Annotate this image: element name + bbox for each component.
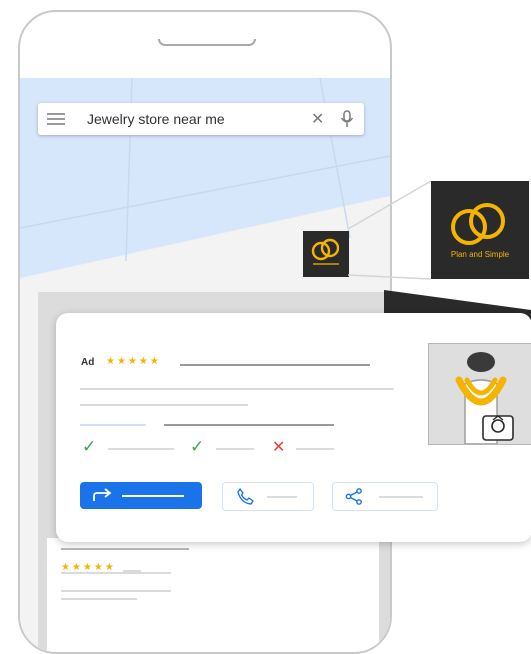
necklace-display-image <box>429 344 531 444</box>
search-bar[interactable]: Jewelry store near me ✕ <box>38 103 364 135</box>
search-input[interactable]: Jewelry store near me <box>87 111 225 127</box>
feature-line <box>216 448 254 450</box>
business-map-pin[interactable] <box>303 231 349 277</box>
result-title-line <box>61 548 189 550</box>
directions-label-line <box>122 495 184 497</box>
ad-rating-stars: ★★★★★ <box>106 356 161 367</box>
rings-logo-icon <box>451 203 505 245</box>
product-thumbnail[interactable] <box>428 343 531 445</box>
business-name: Plan and Simple <box>450 250 510 259</box>
mic-icon[interactable] <box>340 110 354 128</box>
call-label-line <box>267 496 297 498</box>
ad-text-line <box>164 424 334 426</box>
share-button[interactable] <box>332 482 438 511</box>
feature-line <box>108 448 174 450</box>
phone-icon <box>237 488 254 505</box>
phone-speaker <box>158 39 256 46</box>
ad-text-line <box>80 404 248 406</box>
directions-icon <box>93 488 112 501</box>
ad-headline-line <box>180 364 370 366</box>
share-label-line <box>379 496 423 498</box>
result-text-line <box>61 590 171 592</box>
cross-icon: ✕ <box>272 439 286 456</box>
share-icon <box>345 488 362 505</box>
ad-link-line <box>80 424 146 426</box>
feature-line <box>296 448 334 450</box>
secondary-result-card[interactable]: ★★★★★ <box>47 538 379 652</box>
result-text-line <box>123 570 141 572</box>
ad-label: Ad <box>81 357 95 368</box>
menu-icon[interactable] <box>47 113 65 125</box>
ad-card[interactable]: Ad ★★★★★ ✓ ✓ ✕ <box>56 313 531 542</box>
directions-button[interactable] <box>80 482 202 509</box>
business-logo-callout: Plan and Simple <box>431 181 529 279</box>
rings-logo-icon <box>311 238 340 265</box>
call-button[interactable] <box>222 482 314 511</box>
result-text-line <box>61 598 137 600</box>
secondary-rating-stars: ★★★★★ <box>61 562 116 573</box>
check-icon: ✓ <box>190 437 205 456</box>
clear-icon[interactable]: ✕ <box>311 109 324 129</box>
ad-text-line <box>80 388 394 390</box>
check-icon: ✓ <box>82 437 97 456</box>
